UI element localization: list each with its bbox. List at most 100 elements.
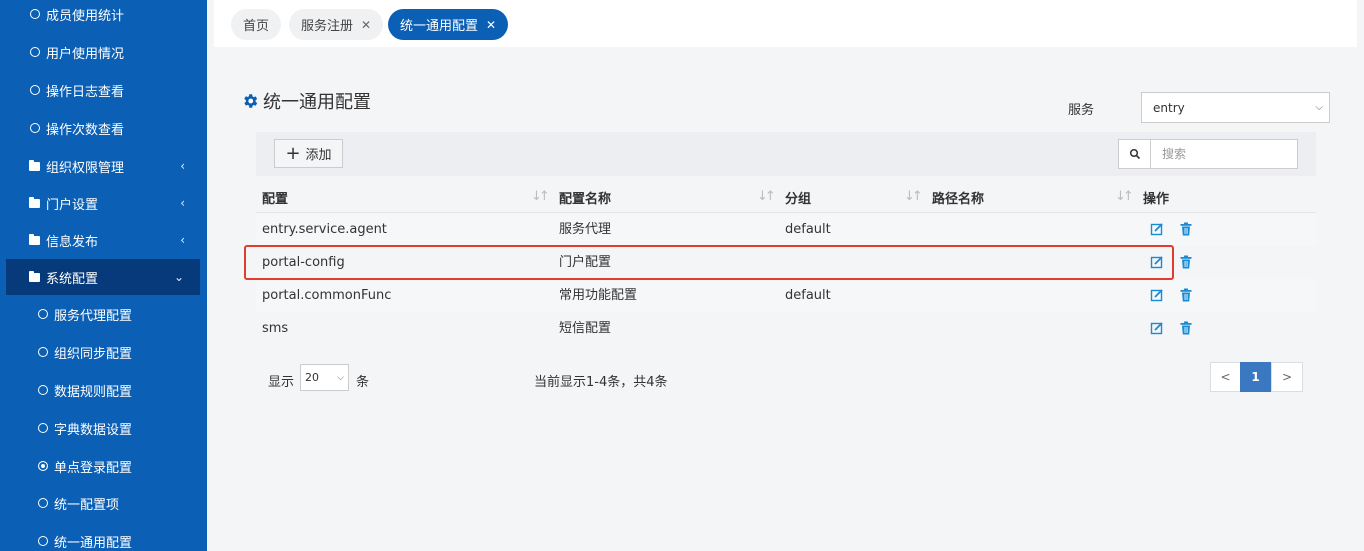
tab-unified-general-config[interactable]: 统一通用配置 ✕ xyxy=(388,9,509,40)
circle-icon xyxy=(30,9,40,19)
circle-icon xyxy=(38,498,48,508)
sidebar-item-member-stats[interactable]: 成员使用统计 xyxy=(0,0,207,32)
page-size-label: 显示 xyxy=(268,375,295,390)
delete-icon[interactable] xyxy=(1179,255,1193,269)
cell-config-name: 常用功能配置 xyxy=(559,288,638,303)
pagination-summary: 当前显示1-4条，共4条 xyxy=(534,375,668,390)
sidebar-item-label: 数据规则配置 xyxy=(54,384,133,400)
chevron-down-icon: ⌄ xyxy=(173,270,184,284)
folder-icon xyxy=(29,233,40,245)
sidebar-item-label: 单点登录配置 xyxy=(54,460,133,476)
page-size-value: 20 xyxy=(305,371,319,384)
cell-group: default xyxy=(785,288,831,303)
close-icon[interactable]: ✕ xyxy=(486,18,496,32)
circle-icon xyxy=(30,47,40,57)
sidebar-item-label: 组织同步配置 xyxy=(54,346,133,362)
sidebar-item-label: 操作次数查看 xyxy=(46,122,125,138)
circle-icon xyxy=(38,309,48,319)
pagination-page-1[interactable]: 1 xyxy=(1240,362,1271,392)
sort-icon[interactable]: ↓↑ xyxy=(904,189,923,204)
page-size-unit: 条 xyxy=(356,375,370,390)
add-button[interactable]: + 添加 xyxy=(274,139,343,168)
sort-icon[interactable]: ↓↑ xyxy=(531,189,550,204)
tab-label: 服务注册 xyxy=(301,19,354,34)
cell-config: sms xyxy=(262,321,289,336)
cell-group: default xyxy=(785,222,831,237)
pagination-prev-button[interactable]: < xyxy=(1210,362,1241,392)
sidebar-item-data-rules[interactable]: 数据规则配置 xyxy=(0,372,207,408)
sidebar-item-label: 信息发布 xyxy=(46,234,99,250)
sidebar-item-label: 统一配置项 xyxy=(54,497,120,513)
edit-icon[interactable] xyxy=(1150,321,1164,335)
sidebar-item-service-proxy[interactable]: 服务代理配置 xyxy=(0,296,207,332)
sidebar-item-label: 成员使用统计 xyxy=(46,8,125,24)
cell-config-name: 短信配置 xyxy=(559,321,612,336)
search-button[interactable] xyxy=(1118,139,1151,169)
edit-icon[interactable] xyxy=(1150,288,1164,302)
circle-icon xyxy=(30,123,40,133)
tab-bar: 首页 服务注册 ✕ 统一通用配置 ✕ xyxy=(214,0,1357,47)
column-header-path-name[interactable]: 路径名称 xyxy=(932,188,984,208)
table-row: sms 短信配置 xyxy=(256,312,1316,345)
page-title: 统一通用配置 xyxy=(241,88,371,114)
table-row: portal-config 门户配置 xyxy=(256,246,1316,279)
sort-icon[interactable]: ↓↑ xyxy=(757,189,776,204)
add-button-label: 添加 xyxy=(305,148,332,163)
service-select[interactable]: entry ⌵ xyxy=(1141,92,1330,123)
delete-icon[interactable] xyxy=(1179,321,1193,335)
cell-config-name: 门户配置 xyxy=(559,255,612,270)
sidebar-item-portal-settings[interactable]: 门户设置 ‹ xyxy=(0,185,207,221)
sidebar-item-org-sync[interactable]: 组织同步配置 xyxy=(0,334,207,370)
column-header-actions: 操作 xyxy=(1143,192,1170,207)
delete-icon[interactable] xyxy=(1179,222,1193,236)
page-size-select[interactable]: 20 ⌵ xyxy=(300,364,349,391)
sidebar-item-sso[interactable]: 单点登录配置 xyxy=(0,448,207,484)
sidebar-item-label: 操作日志查看 xyxy=(46,84,125,100)
sidebar-item-info-publish[interactable]: 信息发布 ‹ xyxy=(0,222,207,258)
edit-icon[interactable] xyxy=(1150,222,1164,236)
search-icon xyxy=(1129,148,1140,160)
column-header-group[interactable]: 分组 xyxy=(785,188,811,208)
chevron-left-icon: ‹ xyxy=(180,196,185,210)
circle-filled-icon xyxy=(38,461,48,471)
sidebar-item-unified-config-items[interactable]: 统一配置项 xyxy=(0,485,207,521)
search-input[interactable] xyxy=(1151,139,1298,169)
tab-home[interactable]: 首页 xyxy=(231,9,282,40)
tab-label: 统一通用配置 xyxy=(400,19,479,34)
sidebar-item-dictionary[interactable]: 字典数据设置 xyxy=(0,410,207,446)
sidebar-item-operation-log[interactable]: 操作日志查看 xyxy=(0,72,207,108)
sidebar-item-label: 系统配置 xyxy=(46,271,99,287)
sidebar-item-org-permissions[interactable]: 组织权限管理 ‹ xyxy=(0,148,207,184)
tab-service-registration[interactable]: 服务注册 ✕ xyxy=(289,9,384,40)
folder-icon xyxy=(29,159,40,171)
chevron-down-icon: ⌵ xyxy=(1315,102,1323,113)
pagination-next-button[interactable]: > xyxy=(1271,362,1303,392)
sidebar-item-user-usage[interactable]: 用户使用情况 xyxy=(0,34,207,70)
service-label: 服务 xyxy=(1068,103,1095,118)
service-select-value: entry xyxy=(1153,100,1185,115)
sidebar-item-unified-general-config[interactable]: 统一通用配置 xyxy=(0,523,207,551)
sidebar-item-label: 统一通用配置 xyxy=(54,535,133,551)
folder-icon xyxy=(29,270,40,282)
column-header-config[interactable]: 配置 xyxy=(262,188,288,208)
circle-icon xyxy=(30,85,40,95)
table-row: portal.commonFunc 常用功能配置 default xyxy=(256,279,1316,312)
sidebar-item-label: 字典数据设置 xyxy=(54,422,133,438)
column-header-config-name[interactable]: 配置名称 xyxy=(559,188,611,208)
plus-icon: + xyxy=(285,142,301,164)
circle-icon xyxy=(38,347,48,357)
sidebar-item-label: 门户设置 xyxy=(46,197,99,213)
cell-config: portal-config xyxy=(262,255,345,270)
edit-icon[interactable] xyxy=(1150,255,1164,269)
circle-icon xyxy=(38,536,48,546)
sidebar-item-operation-count[interactable]: 操作次数查看 xyxy=(0,110,207,146)
tab-label: 首页 xyxy=(243,19,270,34)
delete-icon[interactable] xyxy=(1179,288,1193,302)
sidebar-item-system-config[interactable]: 系统配置 ⌄ xyxy=(6,259,200,295)
close-icon[interactable]: ✕ xyxy=(361,18,371,32)
circle-icon xyxy=(38,385,48,395)
sidebar-item-label: 用户使用情况 xyxy=(46,46,125,62)
circle-icon xyxy=(38,423,48,433)
chevron-left-icon: ‹ xyxy=(180,159,185,173)
sort-icon[interactable]: ↓↑ xyxy=(1115,189,1134,204)
